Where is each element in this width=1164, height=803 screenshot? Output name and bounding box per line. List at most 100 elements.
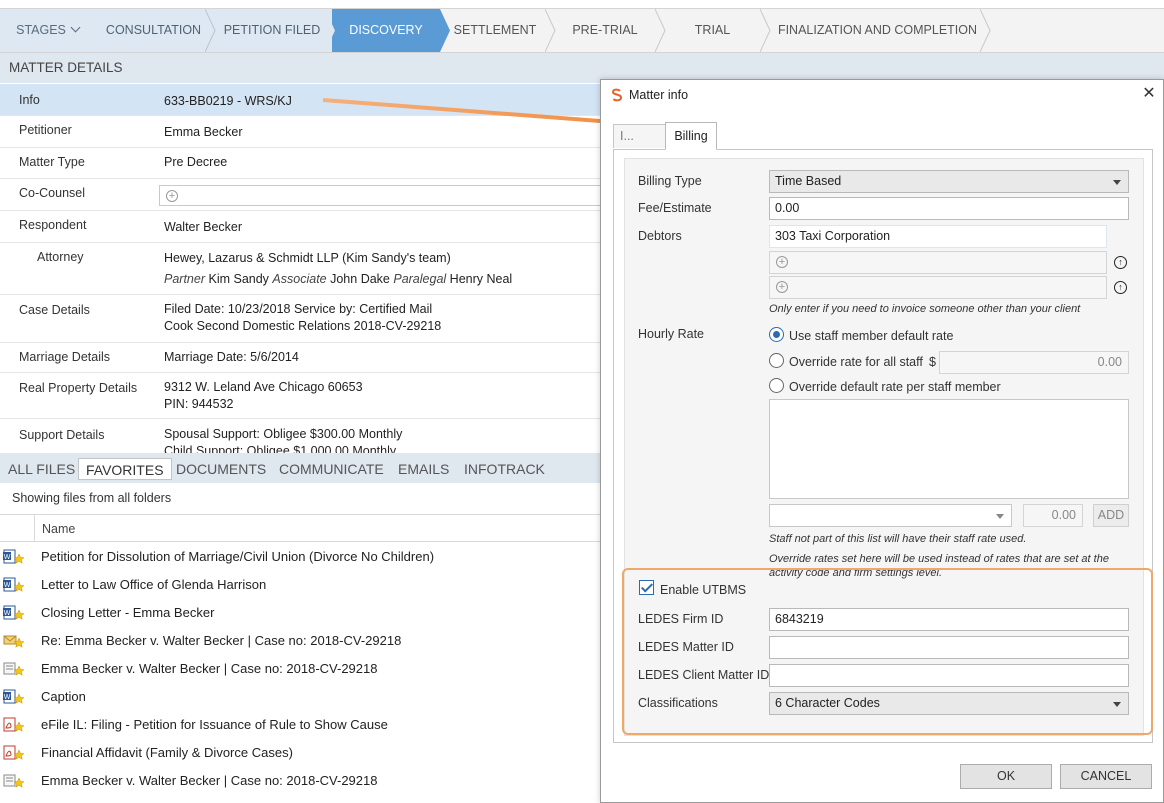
matter-type-value: Pre Decree [164,155,228,169]
attorney-label: Attorney [37,250,84,264]
add-circle-icon[interactable]: + [776,281,788,293]
tab-all-files[interactable]: ALL FILES [8,458,75,480]
pdf-star-icon [3,745,25,761]
tab-communicate[interactable]: COMMUNICATE [279,458,384,480]
stage-discovery[interactable]: DISCOVERY [332,9,440,52]
tab-info[interactable]: I... [613,124,667,148]
matter-type-label: Matter Type [19,155,85,169]
billing-type-value: Time Based [775,174,842,188]
paralegal-name: Henry Neal [449,272,513,286]
file-row[interactable]: Financial Affidavit (Family & Divorce Ca… [0,739,600,767]
debtors-label: Debtors [638,229,682,243]
respondent-value: Walter Becker [164,220,243,234]
info-value: 633-BB0219 - WRS/KJ [164,94,292,108]
case-details-row[interactable]: Case Details Filed Date: 10/23/2018 Serv… [0,295,600,343]
stages-menu-button[interactable]: STAGES [0,9,95,52]
staff-member-select[interactable] [769,504,1012,527]
svg-text:W: W [4,554,11,561]
file-row[interactable]: Emma Becker v. Walter Becker | Case no: … [0,767,600,795]
real-property-row[interactable]: Real Property Details 9312 W. Leland Ave… [0,373,600,419]
add-staff-rate-button[interactable]: ADD [1093,504,1129,527]
real-property-line1: 9312 W. Leland Ave Chicago 60653 [164,380,363,394]
override-note-line1: Override rates set here will be used ins… [769,553,1109,565]
word-doc-star-icon: W [3,549,25,565]
matter-type-row[interactable]: Matter Type Pre Decree [0,148,600,179]
billing-type-select[interactable]: Time Based [769,170,1129,193]
file-row[interactable]: W Petition for Dissolution of Marriage/Ci… [0,543,600,571]
attorney-row[interactable]: Attorney Hewey, Lazarus & Schmidt LLP (K… [0,243,600,295]
file-row[interactable]: eFile IL: Filing - Petition for Issuance… [0,711,600,739]
stage-separator [980,9,992,52]
file-row[interactable]: W Closing Letter - Emma Becker [0,599,600,627]
case-details-line2: Cook Second Domestic Relations 2018-CV-2… [164,319,442,333]
dropdown-arrow-icon [1113,180,1121,185]
billing-type-label: Billing Type [638,174,702,188]
cancel-button[interactable]: CANCEL [1060,764,1152,789]
debtor-field-2[interactable]: + [769,251,1107,274]
fee-estimate-input[interactable]: 0.00 [769,197,1129,220]
stage-settlement[interactable]: SETTLEMENT [440,9,550,52]
marriage-details-value: Marriage Date: 5/6/2014 [164,350,299,364]
info-row[interactable]: Info 633-BB0219 - WRS/KJ [0,84,600,116]
radio-default-rate[interactable] [769,327,784,342]
role-associate: Associate [272,272,327,286]
override-all-rate-input[interactable]: 0.00 [939,351,1129,374]
add-circle-icon[interactable]: + [166,190,178,202]
stage-bar: STAGES CONSULTATION PETITION FILED DISCO… [0,8,1164,53]
svg-text:W: W [4,610,11,617]
tab-infotrack[interactable]: INFOTRACK [464,458,545,480]
tab-favorites[interactable]: FAVORITES [78,458,172,480]
stage-separator [760,9,772,52]
associate-name: John Dake [330,272,390,286]
note-star-icon [3,773,25,789]
real-property-label: Real Property Details [19,381,138,395]
add-circle-icon[interactable]: + [776,256,788,268]
stage-consultation[interactable]: CONSULTATION [95,9,212,52]
support-details-row[interactable]: Support Details Spousal Support: Obligee… [0,419,600,453]
name-column-header[interactable]: Name [42,522,75,536]
file-tabs: ALL FILES FAVORITES DOCUMENTS COMMUNICAT… [0,453,600,483]
debtor-field-3[interactable]: + [769,276,1107,299]
tab-documents[interactable]: DOCUMENTS [176,458,266,480]
stage-separator [440,9,452,52]
close-icon[interactable]: ✕ [1141,86,1157,102]
file-row[interactable]: W Caption [0,683,600,711]
ok-button[interactable]: OK [960,764,1052,789]
file-row[interactable]: Re: Emma Becker v. Walter Becker | Case … [0,627,600,655]
file-row[interactable]: Emma Becker v. Walter Becker | Case no: … [0,655,600,683]
info-label: Info [19,93,40,107]
file-name: Letter to Law Office of Glenda Harrison [41,577,267,592]
file-name: Emma Becker v. Walter Becker | Case no: … [41,661,378,676]
staff-note: Staff not part of this list will have th… [769,533,1027,545]
petitioner-value: Emma Becker [164,125,243,139]
radio-override-all-label: Override rate for all staff [789,355,923,369]
utbms-highlight-box [622,568,1153,735]
debtor-field-1[interactable]: 303 Taxi Corporation [769,225,1107,248]
petitioner-row[interactable]: Petitioner Emma Becker [0,116,600,148]
staff-rate-list[interactable] [769,399,1129,499]
marriage-details-row[interactable]: Marriage Details Marriage Date: 5/6/2014 [0,343,600,373]
attorney-staff: Partner Kim Sandy Associate John Dake Pa… [164,271,512,288]
svg-text:W: W [4,694,11,701]
stage-petition-filed[interactable]: PETITION FILED [212,9,332,52]
file-row[interactable]: W Letter to Law Office of Glenda Harrison [0,571,600,599]
radio-override-all[interactable] [769,353,784,368]
stage-trial[interactable]: TRIAL [660,9,765,52]
word-doc-star-icon: W [3,577,25,593]
co-counsel-input[interactable]: + [159,185,609,206]
respondent-row[interactable]: Respondent Walter Becker [0,211,600,243]
stage-pre-trial[interactable]: PRE-TRIAL [550,9,660,52]
column-divider[interactable] [34,515,35,541]
stage-finalization[interactable]: FINALIZATION AND COMPLETION [765,9,990,52]
staff-rate-input[interactable]: 0.00 [1023,504,1083,527]
tab-billing[interactable]: Billing [665,122,717,150]
arrow-up-circle-icon[interactable]: ↑ [1114,281,1127,294]
stage-separator [205,9,217,52]
tab-emails[interactable]: EMAILS [398,458,449,480]
case-details-line1: Filed Date: 10/23/2018 Service by: Certi… [164,302,433,316]
files-column-header: Name [0,514,600,542]
file-name: Caption [41,689,86,704]
arrow-up-circle-icon[interactable]: ↑ [1114,256,1127,269]
word-doc-star-icon: W [3,605,25,621]
radio-per-staff[interactable] [769,378,784,393]
